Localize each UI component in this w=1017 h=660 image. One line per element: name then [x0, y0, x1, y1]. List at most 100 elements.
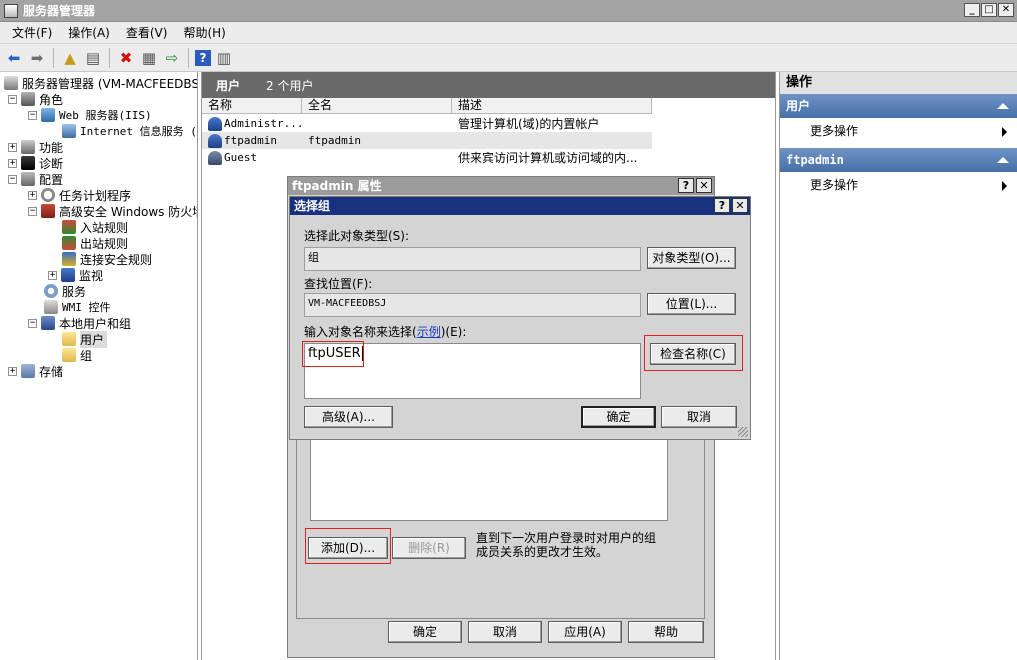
apply-button[interactable]: 应用(A)	[548, 621, 622, 643]
tree-item-roles[interactable]: − 角色	[8, 91, 63, 107]
actions-section-users[interactable]: 用户	[780, 94, 1017, 118]
tree-item-inbound-rules[interactable]: 入站规则	[62, 219, 128, 235]
help-button[interactable]: ?	[678, 178, 694, 193]
tree-item-wmi-control[interactable]: WMI 控件	[44, 299, 111, 315]
advanced-button[interactable]: 高级(A)...	[304, 406, 393, 428]
object-types-button[interactable]: 对象类型(O)...	[647, 247, 736, 269]
tree-label: 存储	[39, 364, 64, 379]
tree-item-groups[interactable]: 组	[62, 347, 92, 363]
collapse-icon[interactable]: −	[28, 318, 37, 328]
tree-label: 功能	[39, 140, 64, 155]
more-actions-users[interactable]: 更多操作	[780, 118, 1017, 144]
window-title: 服务器管理器	[23, 4, 96, 18]
tree-item-monitor[interactable]: + 监视	[48, 267, 103, 283]
show-hide-tree-icon[interactable]: ▤	[83, 48, 103, 68]
remove-button[interactable]: 删除(R)	[392, 537, 466, 559]
minimize-button[interactable]: _	[964, 3, 980, 17]
help-button[interactable]: 帮助	[628, 621, 704, 643]
tree-label: 服务	[62, 284, 87, 299]
server-icon	[4, 76, 18, 90]
cancel-button[interactable]: 取消	[468, 621, 542, 643]
properties-dialog-title: ftpadmin 属性	[292, 179, 382, 193]
column-header-description[interactable]: 描述	[452, 98, 652, 114]
expand-icon[interactable]: +	[8, 366, 17, 376]
collapse-icon[interactable]: −	[28, 206, 37, 216]
collapse-caret-icon[interactable]	[997, 103, 1009, 109]
column-header-fullname[interactable]: 全名	[302, 98, 452, 114]
tree-root[interactable]: 服务器管理器 (VM-MACFEEDBSJ)	[4, 75, 197, 91]
close-button[interactable]: ✕	[696, 178, 712, 193]
menu-help[interactable]: 帮助(H)	[175, 24, 233, 41]
tree-item-outbound-rules[interactable]: 出站规则	[62, 235, 128, 251]
tree-item-users[interactable]: 用户	[62, 330, 108, 348]
examples-link[interactable]: 示例	[417, 325, 441, 339]
user-icon	[208, 116, 222, 131]
close-button[interactable]: ✕	[732, 198, 748, 213]
users-groups-icon	[41, 316, 55, 330]
collapse-caret-icon[interactable]	[997, 157, 1009, 163]
more-actions-ftpadmin[interactable]: 更多操作	[780, 172, 1017, 198]
folder-icon	[62, 348, 76, 362]
tree-item-iis-manager[interactable]: Internet 信息服务 (	[62, 123, 197, 139]
tree-item-firewall[interactable]: − 高级安全 Windows 防火墙	[28, 203, 197, 219]
back-icon[interactable]: ⬅	[4, 48, 24, 68]
user-count: 2 个用户	[266, 78, 314, 93]
menu-view[interactable]: 查看(V)	[118, 24, 176, 41]
member-of-list[interactable]	[310, 431, 668, 521]
tree-item-features[interactable]: + 功能	[8, 139, 63, 155]
delete-icon[interactable]: ✖	[116, 48, 136, 68]
clock-icon	[41, 188, 55, 202]
tree-item-services[interactable]: 服务	[44, 283, 86, 299]
collapse-icon[interactable]: −	[28, 110, 37, 120]
forward-icon[interactable]: ➡	[27, 48, 47, 68]
actions-section-ftpadmin[interactable]: ftpadmin	[780, 148, 1017, 172]
expand-icon[interactable]: +	[28, 190, 37, 200]
web-server-icon	[41, 108, 55, 122]
column-header-name[interactable]: 名称	[202, 98, 302, 114]
collapse-icon[interactable]: −	[8, 174, 17, 184]
tree-item-web-server[interactable]: − Web 服务器(IIS)	[28, 107, 152, 123]
tree-item-storage[interactable]: + 存储	[8, 363, 63, 379]
storage-icon	[21, 364, 35, 378]
tree-label: 诊断	[39, 156, 64, 171]
monitor-icon	[61, 268, 75, 282]
export-list-icon[interactable]: ⇨	[162, 48, 182, 68]
menu-action[interactable]: 操作(A)	[60, 24, 118, 41]
help-button[interactable]: ?	[714, 198, 730, 213]
close-button[interactable]: ✕	[998, 3, 1014, 17]
tree-label: 角色	[39, 92, 64, 107]
expand-icon[interactable]: +	[8, 158, 17, 168]
tree-label: 组	[80, 348, 93, 363]
action-pane-icon[interactable]: ▥	[214, 48, 234, 68]
table-row-selected[interactable]: ftpadmin ftpadmin	[202, 132, 652, 149]
ok-button[interactable]: 确定	[581, 406, 656, 428]
menu-file[interactable]: 文件(F)	[4, 24, 60, 41]
pane-header: 用户 2 个用户	[202, 72, 775, 98]
collapse-icon[interactable]: −	[8, 94, 17, 104]
user-icon	[208, 133, 222, 148]
up-folder-icon[interactable]: ▲	[60, 48, 80, 68]
properties-icon[interactable]: ▦	[139, 48, 159, 68]
outbound-rules-icon	[62, 236, 76, 250]
locations-button[interactable]: 位置(L)...	[647, 293, 736, 315]
tree-item-connection-security-rules[interactable]: 连接安全规则	[62, 251, 152, 267]
table-row[interactable]: Administr... 管理计算机(域)的内置帐户	[202, 115, 652, 132]
tree-item-config[interactable]: − 配置	[8, 171, 63, 187]
help-icon[interactable]: ?	[195, 49, 211, 66]
tree-item-local-users-groups[interactable]: − 本地用户和组	[28, 315, 131, 331]
cancel-button[interactable]: 取消	[661, 406, 737, 428]
maximize-button[interactable]: □	[981, 3, 997, 17]
diagnostics-icon	[21, 156, 35, 170]
actions-section-label: ftpadmin	[786, 153, 844, 167]
membership-note-line2: 成员关系的更改才生效。	[476, 545, 609, 559]
resize-grip-icon[interactable]	[738, 427, 748, 437]
config-icon	[21, 172, 35, 186]
tree-item-diagnostics[interactable]: + 诊断	[8, 155, 63, 171]
menu-bar: 文件(F) 操作(A) 查看(V) 帮助(H)	[0, 22, 1017, 44]
table-row[interactable]: Guest 供来宾访问计算机或访问域的内...	[202, 149, 652, 166]
ok-button[interactable]: 确定	[388, 621, 462, 643]
tree-item-task-scheduler[interactable]: + 任务计划程序	[28, 187, 131, 203]
expand-icon[interactable]: +	[48, 270, 57, 280]
tree-label: 连接安全规则	[80, 252, 153, 267]
expand-icon[interactable]: +	[8, 142, 17, 152]
